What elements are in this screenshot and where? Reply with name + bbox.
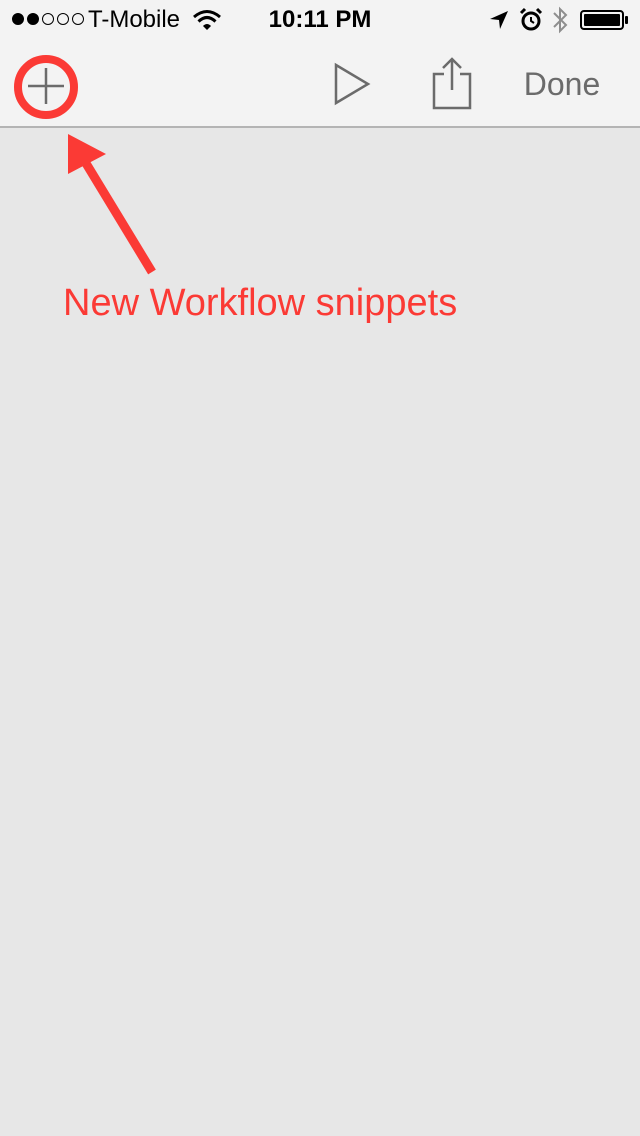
plus-icon [28, 68, 64, 104]
status-time: 10:11 PM [268, 6, 372, 33]
play-button[interactable] [330, 62, 374, 106]
top-bar: T-Mobile 10:11 PM Done [0, 0, 640, 128]
share-button[interactable] [430, 56, 474, 112]
play-icon [334, 62, 371, 106]
status-bar: T-Mobile 10:11 PM [0, 0, 640, 40]
bluetooth-icon [553, 6, 568, 34]
alarm-clock-icon [519, 7, 543, 31]
share-icon [432, 57, 472, 110]
add-button[interactable] [24, 64, 68, 108]
battery-icon [580, 10, 628, 30]
done-button[interactable]: Done [510, 62, 614, 106]
location-arrow-icon [490, 11, 508, 29]
annotation-label: New Workflow snippets [63, 282, 458, 324]
